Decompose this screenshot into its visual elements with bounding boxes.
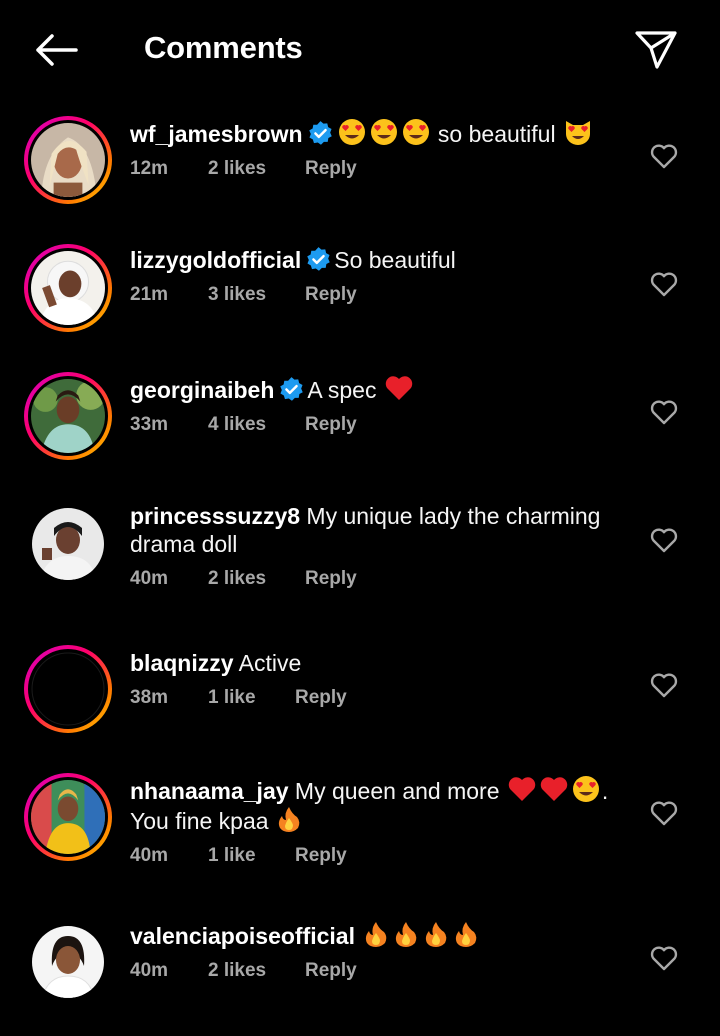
comment-text: valenciapoiseofficial <box>130 920 620 950</box>
verified-badge-icon <box>280 377 304 401</box>
comment-meta: 21m 3 likes Reply <box>130 284 620 306</box>
username[interactable]: lizzygoldofficial <box>130 247 301 273</box>
like-count[interactable]: 3 likes <box>208 284 305 306</box>
like-button[interactable] <box>648 396 680 428</box>
fire-emoji <box>396 922 417 947</box>
profile-photo <box>31 780 105 854</box>
verified-badge-icon <box>307 247 330 271</box>
reply-button[interactable]: Reply <box>305 158 357 180</box>
back-button[interactable] <box>28 28 84 72</box>
like-count[interactable]: 4 likes <box>208 414 305 436</box>
reply-button[interactable]: Reply <box>295 845 347 867</box>
red-heart-emoji <box>385 376 413 400</box>
comment-meta: 33m 4 likes Reply <box>130 414 620 436</box>
avatar[interactable] <box>24 773 112 861</box>
timestamp: 40m <box>130 845 169 866</box>
username[interactable]: georginaibeh <box>130 377 274 403</box>
comment-meta: 40m 1 like Reply <box>130 845 620 867</box>
comment-text: wf_jamesbrown so beautiful <box>130 118 620 148</box>
reply-button[interactable]: Reply <box>305 284 357 306</box>
heart-outline-icon <box>650 801 678 826</box>
avatar[interactable] <box>24 372 112 460</box>
comment-meta: 40m 2 likes Reply <box>130 568 620 590</box>
comment-body: nhanaama_jay My queen and more . You fin… <box>130 775 620 867</box>
heart-eyes-emoji <box>338 119 365 145</box>
profile-photo <box>31 652 105 726</box>
heart-outline-icon <box>650 528 678 553</box>
heart-outline-icon <box>650 400 678 425</box>
username[interactable]: valenciapoiseofficial <box>130 923 355 949</box>
fire-emoji <box>278 807 300 832</box>
timestamp: 40m <box>130 568 169 589</box>
reply-button[interactable]: Reply <box>305 568 357 590</box>
heart-outline-icon <box>650 946 678 971</box>
profile-photo <box>32 508 104 580</box>
timestamp: 40m <box>130 960 169 981</box>
share-button[interactable] <box>628 22 684 78</box>
profile-photo <box>31 379 105 453</box>
username[interactable]: nhanaama_jay <box>130 778 289 804</box>
comment-text: blaqnizzy Active <box>130 650 302 676</box>
fire-emoji <box>456 922 477 947</box>
fire-emoji <box>366 922 387 947</box>
heart-outline-icon <box>650 272 678 297</box>
comment-text: princesssuzzy8 My unique lady the charmi… <box>130 503 601 557</box>
avatar[interactable] <box>24 116 112 204</box>
profile-photo <box>31 123 105 197</box>
like-count[interactable]: 1 like <box>208 687 295 709</box>
comment-body: lizzygoldofficial So beautiful 21m 3 like… <box>130 246 620 306</box>
red-heart-emoji <box>540 777 568 801</box>
username[interactable]: princesssuzzy8 <box>130 503 300 529</box>
comment-meta: 40m 2 likes Reply <box>130 960 620 982</box>
comment-body: georginaibeh A spec 33m 4 likes Reply <box>130 374 620 436</box>
avatar[interactable] <box>24 918 112 1006</box>
heart-eyes-cat-emoji <box>565 121 590 145</box>
like-count[interactable]: 2 likes <box>208 960 305 982</box>
username[interactable]: blaqnizzy <box>130 650 234 676</box>
timestamp: 38m <box>130 687 169 708</box>
like-button[interactable] <box>648 268 680 300</box>
fire-emoji <box>426 922 447 947</box>
like-button[interactable] <box>648 669 680 701</box>
comment-text: lizzygoldofficial So beautiful <box>130 247 456 273</box>
heart-eyes-emoji <box>402 119 429 145</box>
heart-outline-icon <box>650 144 678 169</box>
timestamp: 33m <box>130 414 169 435</box>
page-title: Comments <box>144 30 303 65</box>
avatar[interactable] <box>24 500 112 588</box>
red-heart-emoji <box>508 777 536 801</box>
timestamp: 12m <box>130 158 169 179</box>
profile-photo <box>32 926 104 998</box>
like-button[interactable] <box>648 942 680 974</box>
timestamp: 21m <box>130 284 169 305</box>
heart-eyes-emoji <box>572 776 599 802</box>
like-button[interactable] <box>648 797 680 829</box>
like-count[interactable]: 1 like <box>208 845 295 867</box>
comment-body: blaqnizzy Active 38m 1 like Reply <box>130 649 620 709</box>
avatar[interactable] <box>24 244 112 332</box>
reply-button[interactable]: Reply <box>295 687 347 709</box>
profile-photo <box>31 251 105 325</box>
username[interactable]: wf_jamesbrown <box>130 121 303 147</box>
comment-meta: 12m 2 likes Reply <box>130 158 620 180</box>
header: Comments <box>0 0 720 100</box>
like-count[interactable]: 2 likes <box>208 158 305 180</box>
avatar[interactable] <box>24 645 112 733</box>
back-arrow-icon <box>36 34 78 66</box>
reply-button[interactable]: Reply <box>305 960 357 982</box>
like-button[interactable] <box>648 140 680 172</box>
heart-outline-icon <box>650 673 678 698</box>
comment-body: valenciapoiseofficial 40m 2 likes Reply <box>130 920 620 982</box>
like-button[interactable] <box>648 524 680 556</box>
comment-body: princesssuzzy8 My unique lady the charmi… <box>130 502 620 590</box>
comment-text: georginaibeh A spec <box>130 374 620 404</box>
reply-button[interactable]: Reply <box>305 414 357 436</box>
comment-body: wf_jamesbrown so beautiful 12m 2 likes R… <box>130 118 620 180</box>
comment-meta: 38m 1 like Reply <box>130 687 620 709</box>
comment-text: nhanaama_jay My queen and more . You fin… <box>130 775 620 835</box>
send-icon <box>635 31 677 69</box>
like-count[interactable]: 2 likes <box>208 568 305 590</box>
verified-badge-icon <box>308 121 332 145</box>
heart-eyes-emoji <box>370 119 397 145</box>
